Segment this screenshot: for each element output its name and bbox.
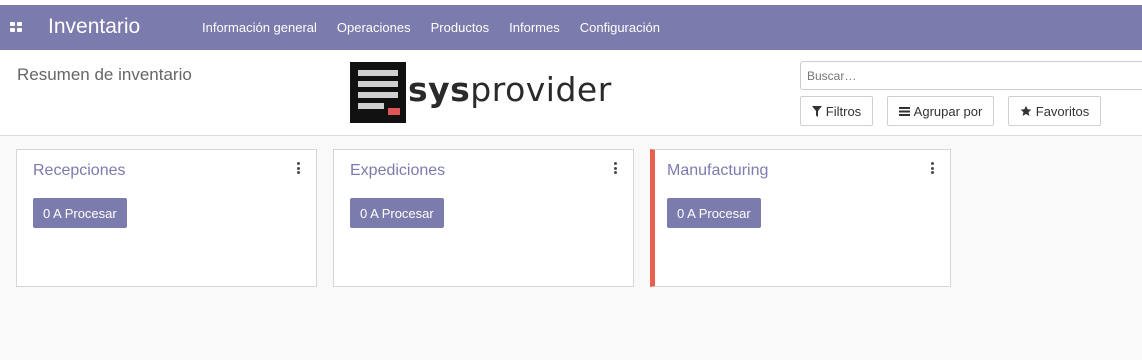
filters-button[interactable]: Filtros <box>800 96 873 126</box>
logo-mark-icon <box>350 62 406 123</box>
kebab-menu-icon[interactable] <box>931 162 935 174</box>
main-menu: Información general Operaciones Producto… <box>192 5 670 50</box>
groupby-button[interactable]: Agrupar por <box>887 96 994 126</box>
search-field[interactable] <box>800 61 1142 90</box>
kanban-card-manufacturing: Manufacturing 0 A Procesar <box>650 149 951 287</box>
card-title[interactable]: Recepciones <box>33 161 126 181</box>
kebab-menu-icon[interactable] <box>297 162 301 174</box>
filter-icon <box>811 105 822 117</box>
menu-item-operaciones[interactable]: Operaciones <box>327 5 421 50</box>
kanban-card-expediciones: Expediciones 0 A Procesar <box>333 149 634 287</box>
company-logo: sysprovider <box>350 62 611 124</box>
menu-item-productos[interactable]: Productos <box>421 5 500 50</box>
apps-grid-icon[interactable] <box>10 22 22 32</box>
menu-item-informes[interactable]: Informes <box>499 5 570 50</box>
logo-wordmark: sysprovider <box>408 70 612 109</box>
star-icon <box>1020 105 1032 116</box>
favorites-button[interactable]: Favoritos <box>1008 96 1101 126</box>
menu-item-informacion-general[interactable]: Información general <box>192 5 327 50</box>
kanban-card-recepciones: Recepciones 0 A Procesar <box>16 149 317 287</box>
search-input[interactable] <box>801 62 1142 89</box>
list-icon <box>898 106 910 116</box>
control-panel: Resumen de inventario sysprovider Filtro… <box>0 50 1142 136</box>
to-process-button[interactable]: 0 A Procesar <box>350 198 444 228</box>
app-title[interactable]: Inventario <box>48 15 140 39</box>
groupby-button-label: Agrupar por <box>913 103 983 119</box>
to-process-button[interactable]: 0 A Procesar <box>667 198 761 228</box>
kebab-menu-icon[interactable] <box>614 162 618 174</box>
card-title[interactable]: Expediciones <box>350 161 445 181</box>
menu-item-configuracion[interactable]: Configuración <box>570 5 670 50</box>
top-navbar: Inventario Información general Operacion… <box>0 5 1142 50</box>
card-title[interactable]: Manufacturing <box>667 161 768 181</box>
filters-button-label: Filtros <box>825 103 862 119</box>
to-process-button[interactable]: 0 A Procesar <box>33 198 127 228</box>
breadcrumb: Resumen de inventario <box>17 65 192 84</box>
favorites-button-label: Favoritos <box>1035 103 1090 119</box>
